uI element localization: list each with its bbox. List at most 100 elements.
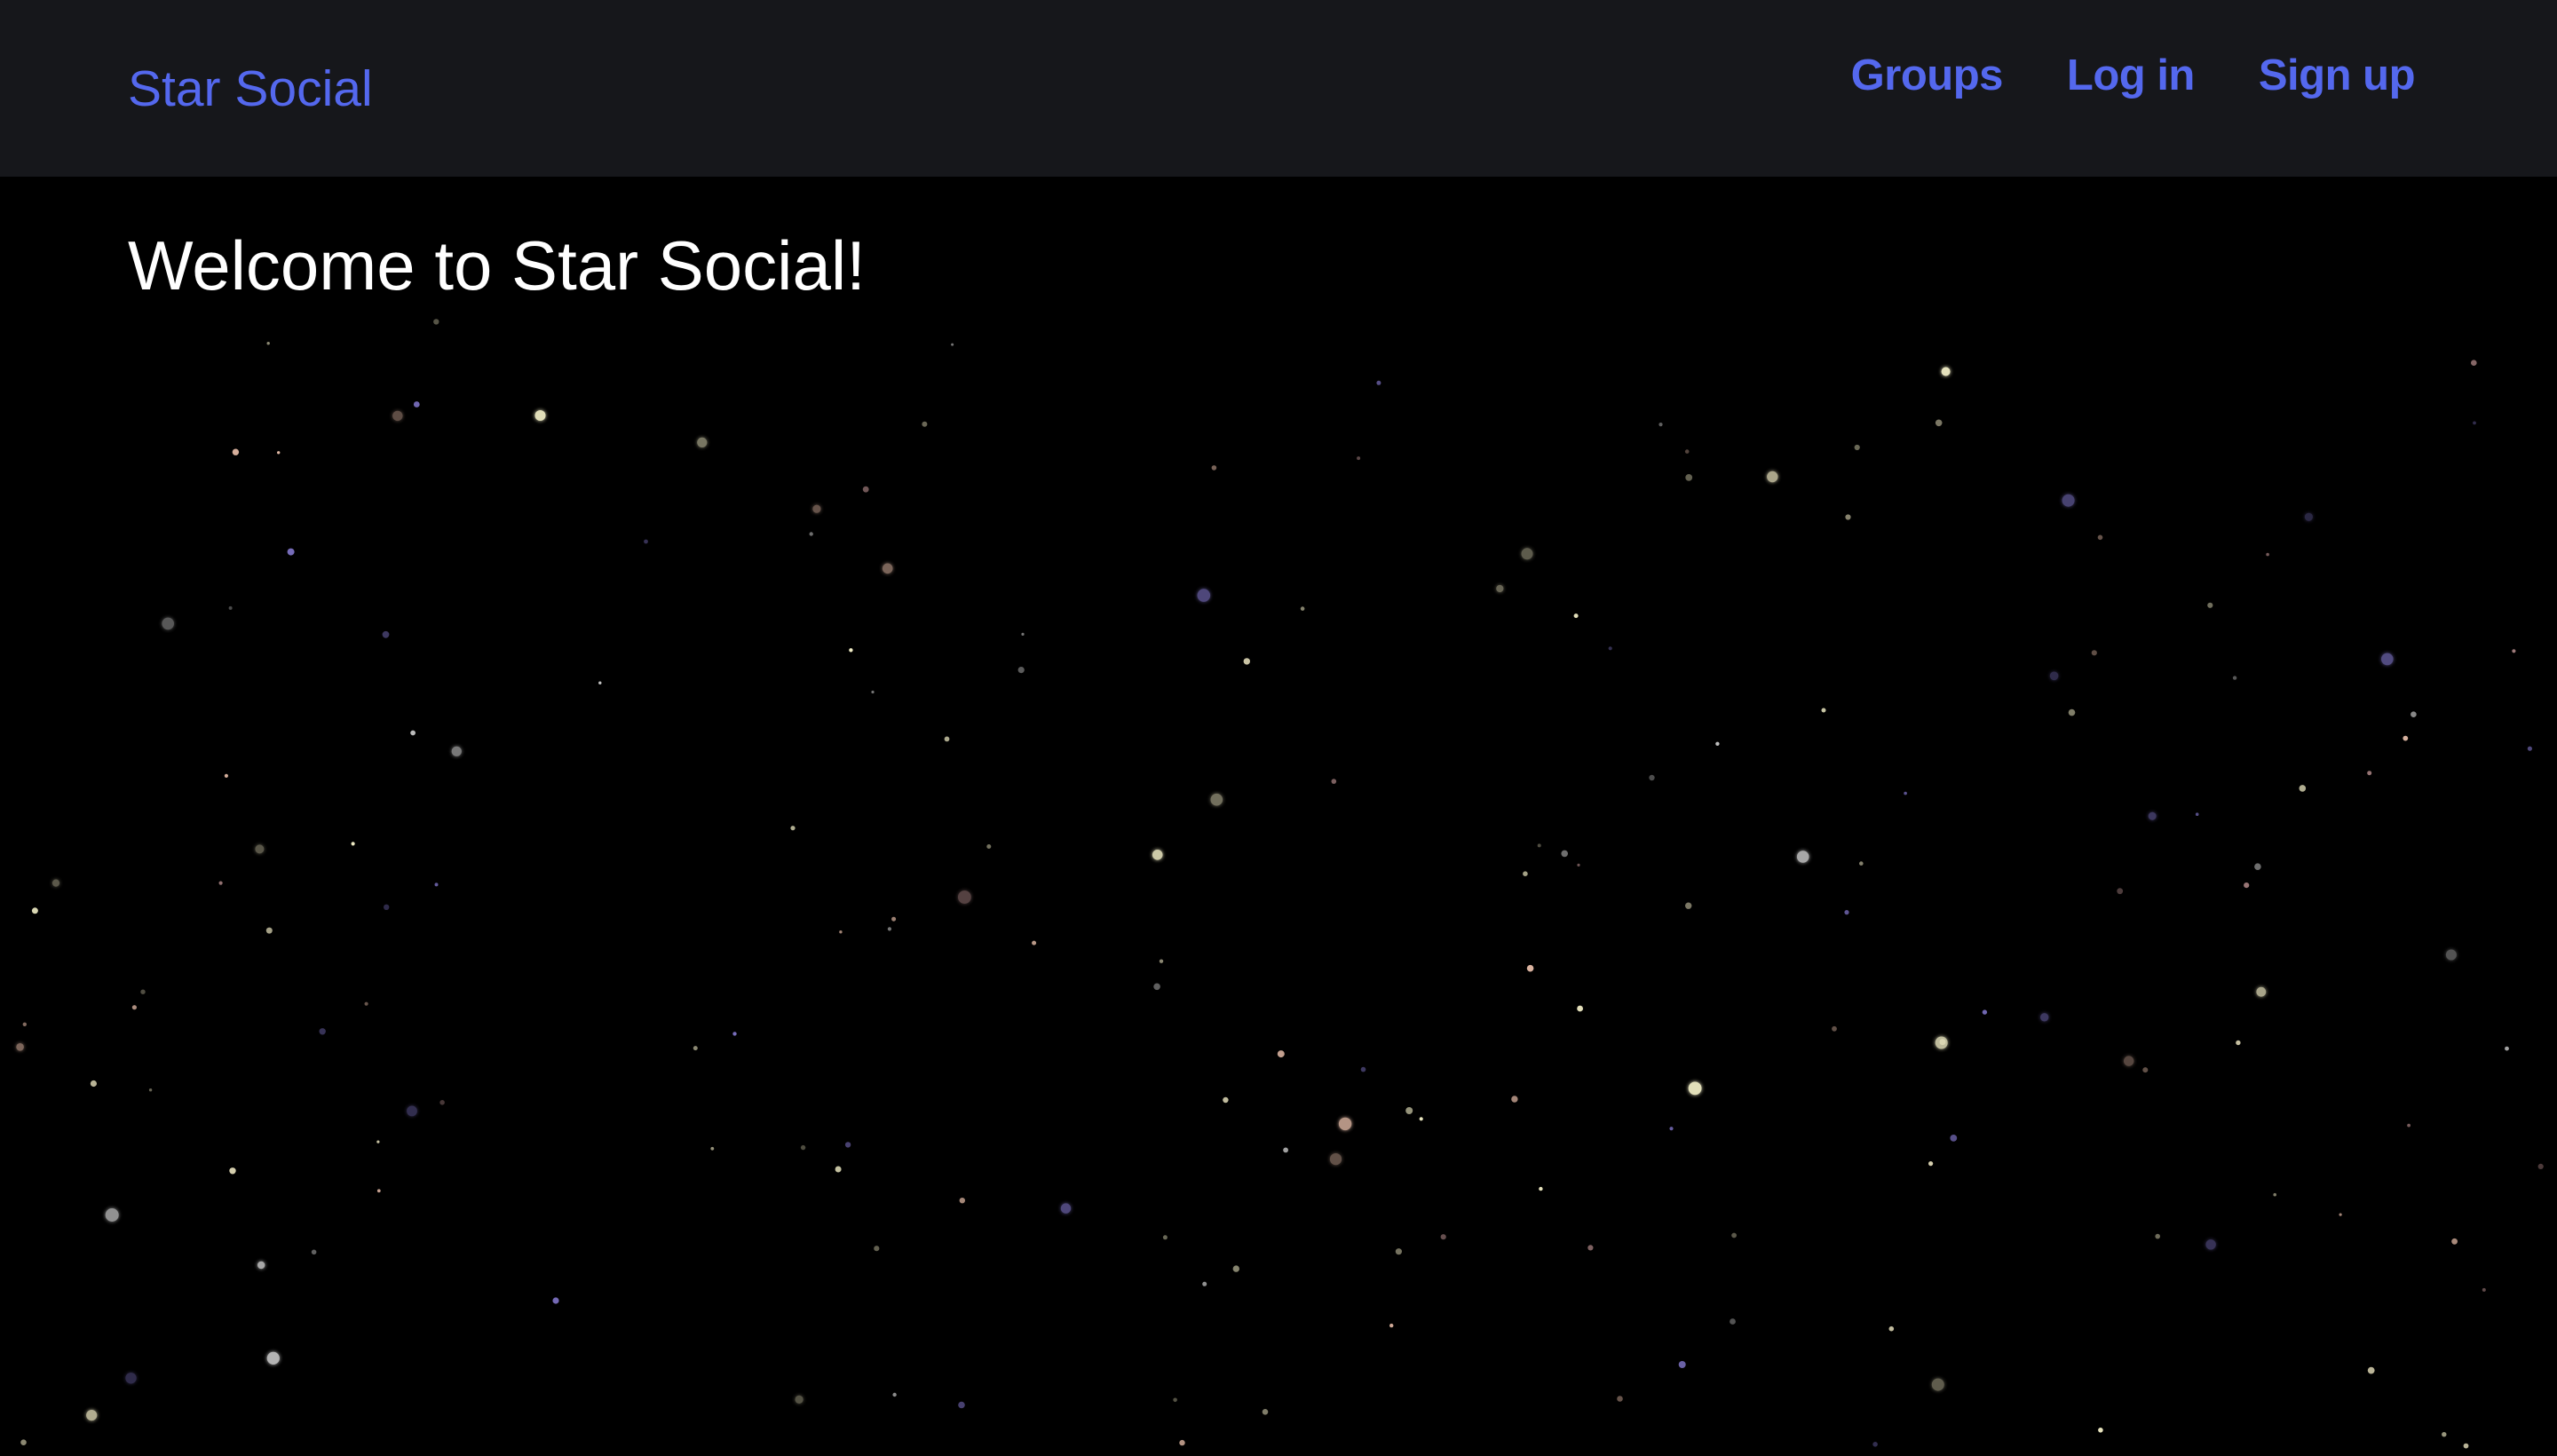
star — [892, 1392, 897, 1397]
star — [376, 1189, 381, 1193]
star — [1539, 1186, 1543, 1191]
star — [944, 736, 950, 742]
star — [1617, 1396, 1623, 1402]
star — [410, 730, 416, 736]
star — [1159, 959, 1164, 963]
star — [125, 1373, 137, 1384]
star — [2537, 1163, 2544, 1169]
star — [2049, 671, 2059, 681]
star — [2381, 653, 2394, 666]
starfield-canvas — [16, 319, 2544, 1449]
starfield-background: Welcome to Star Social! — [0, 177, 2557, 1456]
star — [1179, 1439, 1185, 1446]
star — [2273, 1192, 2276, 1197]
page-title: Welcome to Star Social! — [128, 226, 866, 305]
star — [1360, 1066, 1366, 1072]
star — [732, 1032, 737, 1036]
star — [849, 648, 853, 653]
star — [90, 1080, 97, 1088]
star — [1021, 632, 1025, 637]
star — [451, 746, 462, 756]
navbar: Star Social Groups Log in Sign up — [0, 0, 2557, 177]
star — [1173, 1397, 1177, 1403]
star — [229, 1167, 236, 1175]
star — [2236, 1040, 2241, 1046]
star — [1032, 940, 1037, 946]
star — [2442, 1432, 2447, 1437]
star — [1521, 548, 1533, 560]
star — [697, 437, 708, 447]
star — [2505, 1046, 2509, 1051]
star — [218, 881, 223, 885]
star — [2403, 735, 2409, 741]
star — [2367, 771, 2372, 776]
star — [2068, 708, 2076, 716]
star — [2244, 882, 2250, 889]
star — [1331, 779, 1337, 784]
star — [2148, 811, 2157, 820]
star — [148, 1088, 153, 1092]
star — [1232, 1265, 1240, 1272]
star — [2256, 986, 2267, 997]
star — [22, 1022, 27, 1026]
star — [1821, 708, 1826, 713]
star — [1796, 851, 1809, 863]
star — [2266, 552, 2269, 557]
nav-link-sign-up[interactable]: Sign up — [2259, 44, 2416, 107]
star — [1419, 1117, 1423, 1121]
star — [1329, 1153, 1342, 1166]
star — [1511, 1096, 1518, 1103]
star — [1684, 449, 1690, 454]
star — [552, 1297, 559, 1304]
star — [2207, 602, 2213, 608]
star — [887, 927, 892, 931]
star — [2091, 650, 2097, 656]
star — [795, 1395, 804, 1404]
star — [2411, 711, 2417, 717]
star — [2232, 676, 2237, 680]
star — [2098, 1428, 2103, 1433]
star — [1060, 1203, 1072, 1214]
star — [1152, 850, 1163, 860]
star — [1688, 1081, 1702, 1096]
star — [1211, 465, 1217, 471]
star — [31, 907, 38, 914]
star — [809, 532, 813, 536]
star — [1767, 471, 1778, 483]
star — [1577, 863, 1580, 867]
star — [433, 319, 439, 325]
star — [105, 1208, 119, 1222]
star — [2304, 512, 2313, 521]
star — [287, 548, 295, 556]
star — [1935, 1036, 1948, 1049]
star — [1338, 1117, 1352, 1131]
star — [1844, 910, 1849, 915]
brand-link[interactable]: Star Social — [128, 55, 373, 123]
star — [1300, 606, 1305, 611]
star — [2097, 534, 2103, 541]
star — [959, 1198, 966, 1204]
star — [20, 1439, 27, 1445]
star — [1153, 983, 1160, 991]
star — [1658, 423, 1663, 427]
star — [2062, 494, 2075, 507]
star — [1223, 1096, 1229, 1104]
star — [2471, 360, 2477, 366]
star — [364, 1001, 368, 1006]
star — [1197, 589, 1211, 602]
star — [2040, 1013, 2049, 1022]
nav-link-log-in[interactable]: Log in — [2067, 44, 2195, 107]
star — [1017, 667, 1025, 674]
star — [844, 1142, 851, 1148]
star — [2451, 1238, 2458, 1245]
star — [2463, 1443, 2469, 1449]
star — [319, 1028, 326, 1035]
star — [862, 486, 869, 493]
star — [1941, 367, 1951, 376]
star — [871, 690, 875, 694]
star — [277, 451, 281, 455]
star — [986, 844, 992, 849]
star — [710, 1146, 715, 1151]
star — [1685, 902, 1692, 909]
nav-link-groups[interactable]: Groups — [1851, 44, 2004, 107]
